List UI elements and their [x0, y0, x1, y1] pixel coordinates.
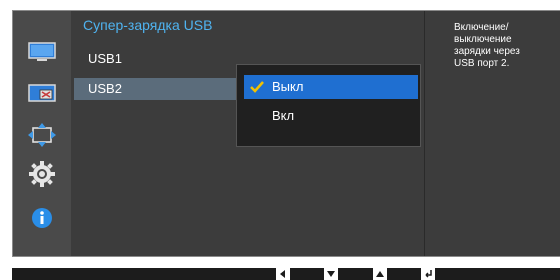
option-on-label: Вкл	[272, 108, 295, 123]
screen-size-icon[interactable]	[25, 122, 59, 148]
down-arrow-icon	[327, 271, 335, 277]
menu-item-usb1[interactable]: USB1	[74, 48, 239, 70]
checkmark-icon	[250, 81, 264, 93]
info-icon[interactable]	[25, 205, 59, 231]
osd-sidebar	[13, 11, 71, 256]
enter-button[interactable]	[421, 268, 435, 280]
option-off[interactable]: Выкл	[244, 75, 418, 99]
enter-icon	[425, 270, 432, 278]
down-arrow-button[interactable]	[324, 268, 338, 280]
menu-item-usb2[interactable]: USB2	[74, 78, 239, 100]
up-arrow-button[interactable]	[373, 268, 387, 280]
picture-in-picture-icon[interactable]	[25, 81, 59, 107]
monitor-icon[interactable]	[25, 39, 59, 65]
option-on[interactable]: Вкл	[244, 104, 418, 128]
settings-gear-icon[interactable]	[25, 161, 59, 187]
up-arrow-icon	[376, 271, 384, 277]
left-arrow-icon	[280, 270, 285, 278]
help-text: Включение/выключение зарядки через USB п…	[454, 22, 520, 69]
menu-title: Супер-зарядка USB	[83, 17, 213, 33]
option-off-label: Выкл	[272, 79, 304, 94]
left-arrow-button[interactable]	[276, 268, 290, 280]
